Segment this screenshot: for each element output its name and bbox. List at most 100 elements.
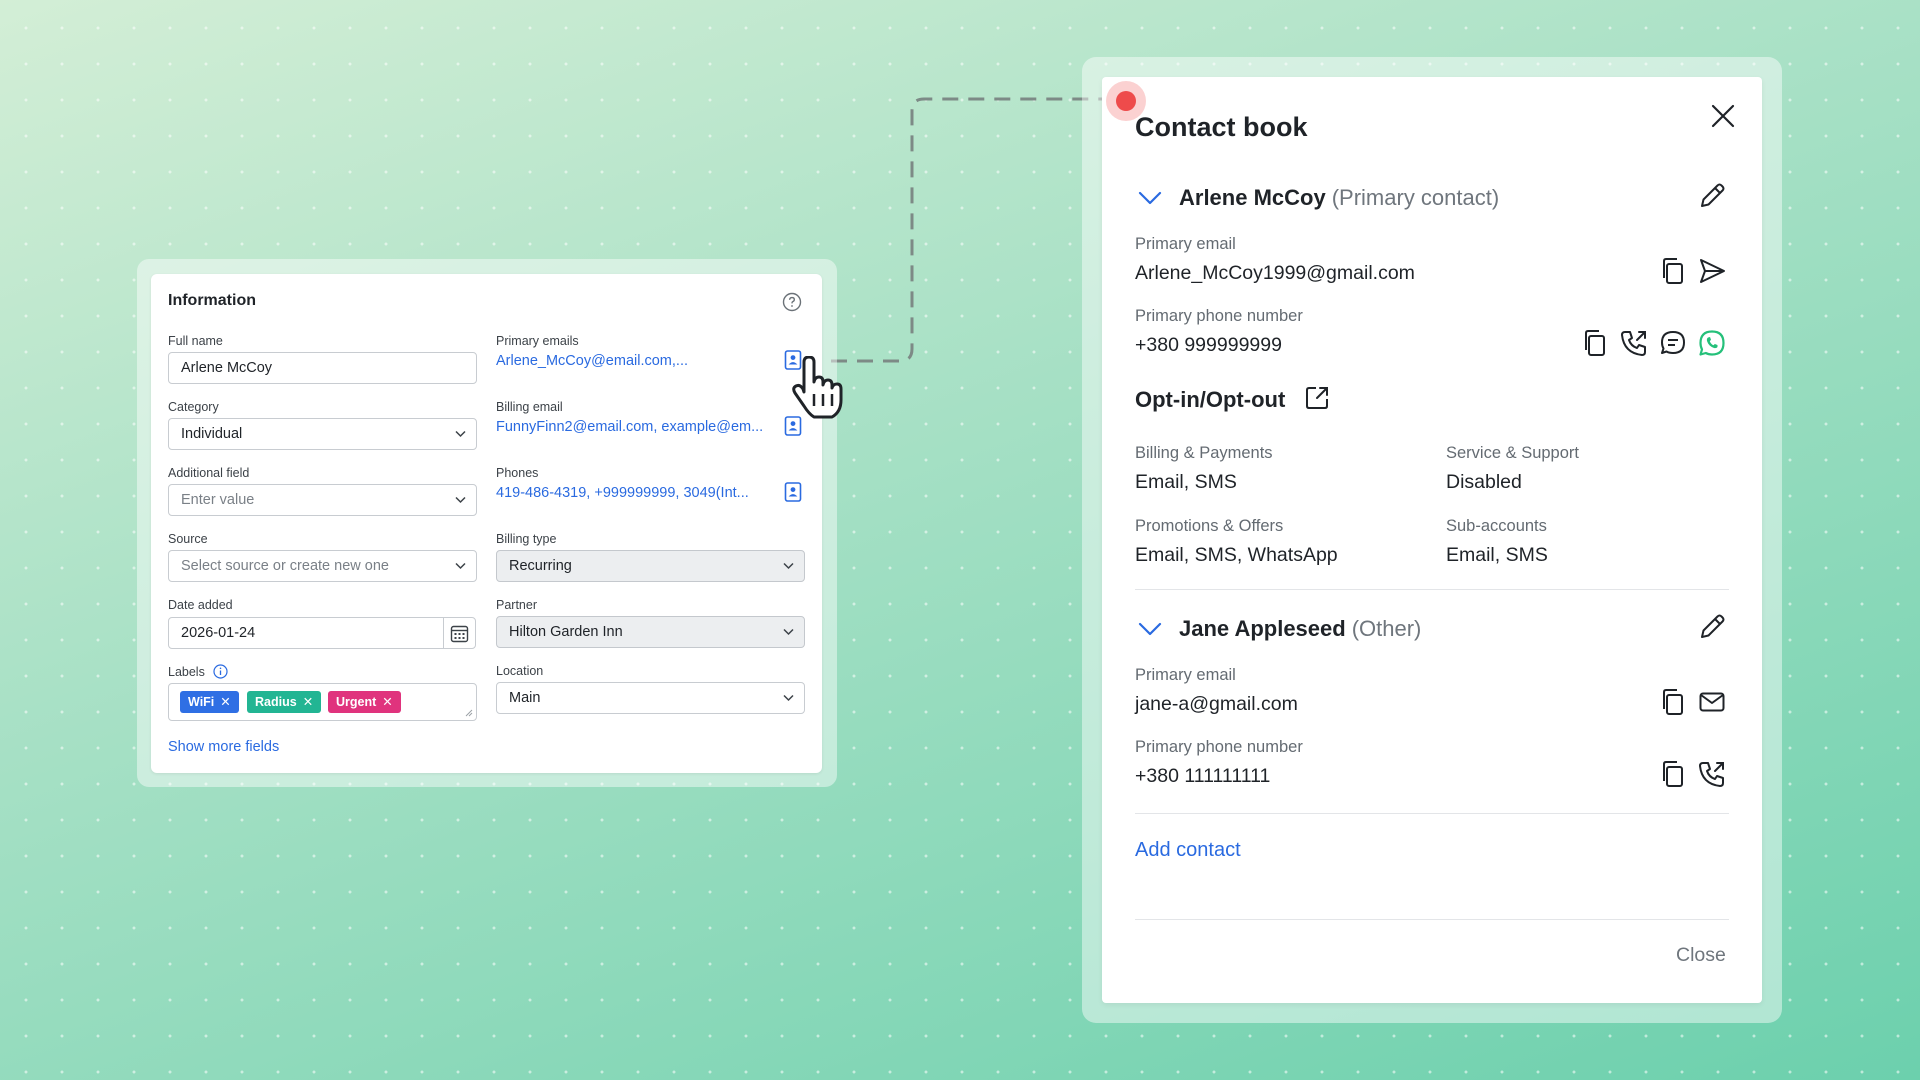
opt-category-label: Sub-accounts bbox=[1446, 517, 1547, 535]
contact-role: (Other) bbox=[1351, 616, 1422, 641]
copy-icon[interactable] bbox=[1581, 329, 1609, 357]
cursor-highlight-dot bbox=[1106, 81, 1146, 121]
contact-role: (Primary contact) bbox=[1331, 185, 1500, 210]
sms-message-icon[interactable] bbox=[1659, 329, 1687, 357]
contact-book-title: Contact book bbox=[1135, 112, 1308, 142]
tag-wifi[interactable]: WiFi ✕ bbox=[180, 691, 239, 713]
date-added-label: Date added bbox=[168, 598, 233, 612]
copy-icon[interactable] bbox=[1659, 760, 1687, 788]
chevron-down-icon bbox=[783, 694, 794, 702]
additional-field-label: Additional field bbox=[168, 466, 250, 480]
section-divider bbox=[1135, 589, 1729, 590]
opt-category-value: Email, SMS, WhatsApp bbox=[1135, 544, 1338, 566]
opt-category-value: Email, SMS bbox=[1135, 471, 1237, 493]
phone-link[interactable]: 419-486-4319, bbox=[496, 485, 590, 501]
labels-tag-input[interactable]: WiFi ✕ Radius ✕ Urgent ✕ bbox=[168, 683, 477, 721]
opt-category-label: Billing & Payments bbox=[1135, 444, 1273, 462]
information-title: Information bbox=[168, 292, 256, 309]
primary-email-value: jane-a@gmail.com bbox=[1135, 693, 1298, 715]
calendar-icon bbox=[450, 625, 469, 643]
copy-icon[interactable] bbox=[1659, 257, 1687, 285]
tag-urgent-text: Urgent bbox=[336, 695, 377, 709]
send-icon[interactable] bbox=[1698, 257, 1726, 285]
billing-type-select[interactable]: Recurring bbox=[496, 550, 805, 582]
remove-tag-icon[interactable]: ✕ bbox=[303, 695, 313, 709]
opt-category-value: Disabled bbox=[1446, 471, 1522, 493]
primary-emails-value[interactable]: Arlene_McCoy@email.com,... bbox=[496, 353, 688, 369]
opt-category-label: Service & Support bbox=[1446, 444, 1579, 462]
add-contact-link[interactable]: Add contact bbox=[1135, 839, 1241, 862]
source-select[interactable]: Select source or create new one bbox=[168, 550, 477, 582]
chevron-down-icon bbox=[455, 430, 466, 438]
edit-pencil-icon[interactable] bbox=[1697, 612, 1727, 642]
partner-select[interactable]: Hilton Garden Inn bbox=[496, 616, 805, 648]
calendar-button[interactable] bbox=[443, 617, 476, 649]
primary-email-label: Primary email bbox=[1135, 666, 1236, 684]
labels-label-text: Labels bbox=[168, 665, 205, 679]
location-label: Location bbox=[496, 664, 544, 678]
chevron-down-icon[interactable] bbox=[1138, 191, 1162, 205]
primary-phone-value: +380 999999999 bbox=[1135, 334, 1282, 356]
location-value: Main bbox=[509, 690, 541, 706]
show-more-fields-link[interactable]: Show more fields bbox=[168, 739, 279, 755]
call-icon[interactable] bbox=[1620, 329, 1648, 357]
call-icon[interactable] bbox=[1698, 760, 1726, 788]
information-card: Information Full name Arlene McCoy Categ… bbox=[151, 274, 822, 773]
labels-label: Labels bbox=[168, 664, 228, 679]
tag-urgent[interactable]: Urgent ✕ bbox=[328, 691, 401, 713]
opt-category-value: Email, SMS bbox=[1446, 544, 1548, 566]
contact-header: Arlene McCoy (Primary contact) bbox=[1179, 185, 1499, 211]
section-divider bbox=[1135, 813, 1729, 814]
tag-wifi-text: WiFi bbox=[188, 695, 215, 709]
opt-in-opt-out-title: Opt-in/Opt-out bbox=[1135, 387, 1286, 412]
remove-tag-icon[interactable]: ✕ bbox=[382, 695, 392, 709]
whatsapp-icon[interactable] bbox=[1698, 329, 1726, 357]
category-value: Individual bbox=[181, 426, 243, 442]
external-link-icon[interactable] bbox=[1304, 385, 1330, 411]
additional-field-select[interactable]: Enter value bbox=[168, 484, 477, 516]
contact-header: Jane Appleseed (Other) bbox=[1179, 616, 1421, 642]
source-placeholder: Select source or create new one bbox=[181, 558, 389, 574]
phone-link[interactable]: +999999999, bbox=[594, 485, 679, 501]
full-name-input[interactable]: Arlene McCoy bbox=[168, 352, 477, 384]
primary-email-label: Primary email bbox=[1135, 235, 1236, 253]
edit-pencil-icon[interactable] bbox=[1697, 181, 1727, 211]
source-label: Source bbox=[168, 532, 208, 546]
remove-tag-icon[interactable]: ✕ bbox=[220, 695, 230, 709]
category-select[interactable]: Individual bbox=[168, 418, 477, 450]
tag-radius-text: Radius bbox=[255, 695, 297, 709]
mail-icon[interactable] bbox=[1698, 688, 1726, 716]
billing-email-value[interactable]: FunnyFinn2@email.com, example@em... bbox=[496, 419, 763, 435]
footer-divider bbox=[1135, 919, 1729, 920]
close-button[interactable]: Close bbox=[1676, 944, 1726, 967]
tag-radius[interactable]: Radius ✕ bbox=[247, 691, 322, 713]
additional-field-placeholder: Enter value bbox=[181, 492, 255, 508]
hand-cursor-icon bbox=[792, 356, 843, 419]
category-label: Category bbox=[168, 400, 219, 414]
date-added-input[interactable]: 2026-01-24 bbox=[168, 617, 444, 649]
chevron-down-icon bbox=[783, 628, 794, 636]
close-icon[interactable] bbox=[1710, 103, 1736, 129]
chevron-down-icon bbox=[455, 562, 466, 570]
primary-phone-label: Primary phone number bbox=[1135, 738, 1303, 756]
billing-type-value: Recurring bbox=[509, 558, 572, 574]
contact-book-icon[interactable] bbox=[784, 482, 802, 502]
phone-link[interactable]: 3049(Int... bbox=[683, 485, 748, 501]
primary-email-value: Arlene_McCoy1999@gmail.com bbox=[1135, 262, 1415, 284]
info-icon[interactable] bbox=[213, 664, 228, 679]
phones-value: 419-486-4319, +999999999, 3049(Int... bbox=[496, 485, 749, 501]
location-select[interactable]: Main bbox=[496, 682, 805, 714]
resize-handle-icon[interactable] bbox=[465, 709, 473, 717]
partner-label: Partner bbox=[496, 598, 537, 612]
chevron-down-icon[interactable] bbox=[1138, 622, 1162, 636]
chevron-down-icon bbox=[455, 496, 466, 504]
copy-icon[interactable] bbox=[1659, 688, 1687, 716]
partner-value: Hilton Garden Inn bbox=[509, 624, 623, 640]
help-icon[interactable] bbox=[782, 292, 802, 312]
primary-phone-value: +380 111111111 bbox=[1135, 765, 1271, 787]
full-name-label: Full name bbox=[168, 334, 223, 348]
contact-book-dialog: Contact book Arlene McCoy (Primary contac… bbox=[1102, 77, 1762, 1003]
chevron-down-icon bbox=[783, 562, 794, 570]
contact-name: Arlene McCoy bbox=[1179, 185, 1326, 210]
opt-category-label: Promotions & Offers bbox=[1135, 517, 1284, 535]
